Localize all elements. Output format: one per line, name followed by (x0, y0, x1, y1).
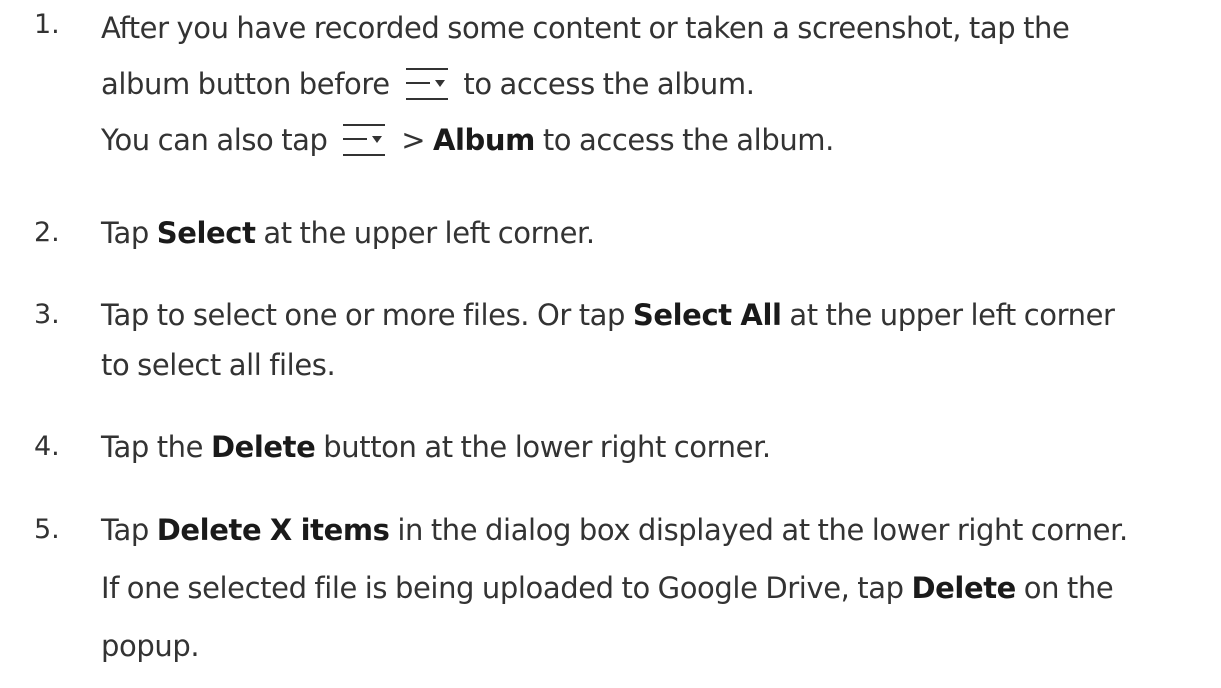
text-segment: popup. (101, 629, 200, 663)
text-segment: at the upper left corner (789, 298, 1115, 332)
bold-term: Delete (210, 430, 316, 464)
text-segment: to access the album. (542, 123, 835, 157)
text-segment: button at the lower right corner. (323, 430, 771, 464)
text-segment: You can also tap (101, 123, 328, 157)
text-segment: Tap (101, 216, 149, 250)
bold-term: Delete (911, 571, 1016, 605)
step-line: Tap to select one or more files. Or tap … (101, 290, 1211, 340)
step-line: You can also tap > Album to access the a… (101, 112, 1211, 168)
text-segment: to select all files. (101, 348, 336, 382)
text-segment: to access the album. (463, 67, 755, 101)
text-segment: Tap the (101, 430, 204, 464)
text-segment: Tap to select one or more files. Or tap (101, 298, 626, 332)
step-text: Tap the Delete button at the lower right… (101, 422, 1211, 472)
text-segment: in the dialog box displayed at the lower… (397, 513, 1128, 547)
step-line: After you have recorded some content or … (101, 0, 1211, 56)
step-number: 3. (34, 299, 60, 330)
text-segment: If one selected file is being uploaded t… (101, 571, 904, 605)
bold-term: Select All (632, 298, 782, 332)
menu-dropdown-icon (402, 61, 452, 107)
step-line: Tap Select at the upper left corner. (101, 208, 1211, 258)
step-line: album button before to access the album. (101, 56, 1211, 112)
step-text: Tap Select at the upper left corner. (101, 208, 1211, 258)
step-line: popup. (101, 617, 1211, 675)
bold-term: Delete X items (156, 513, 390, 547)
step-text: Tap to select one or more files. Or tap … (101, 290, 1211, 390)
text-segment: at the upper left corner. (263, 216, 595, 250)
menu-dropdown-icon (339, 117, 389, 163)
step-line: Tap the Delete button at the lower right… (101, 422, 1211, 472)
text-segment: on the (1023, 571, 1114, 605)
step-text: Tap Delete X items in the dialog box dis… (101, 505, 1211, 675)
text-segment: album button before (101, 67, 390, 101)
step-line: to select all files. (101, 340, 1211, 390)
text-segment: > (401, 123, 426, 157)
step-number: 4. (34, 431, 60, 462)
step-line: Tap Delete X items in the dialog box dis… (101, 505, 1211, 559)
bold-term: Album (432, 123, 535, 157)
step-number: 2. (34, 217, 60, 248)
step-number: 1. (34, 9, 60, 40)
step-line: If one selected file is being uploaded t… (101, 559, 1211, 617)
step-number: 5. (34, 514, 60, 545)
text-segment: Tap (101, 513, 149, 547)
text-segment: After you have recorded some content or … (101, 11, 1070, 45)
step-text: After you have recorded some content or … (101, 0, 1211, 168)
bold-term: Select (156, 216, 256, 250)
